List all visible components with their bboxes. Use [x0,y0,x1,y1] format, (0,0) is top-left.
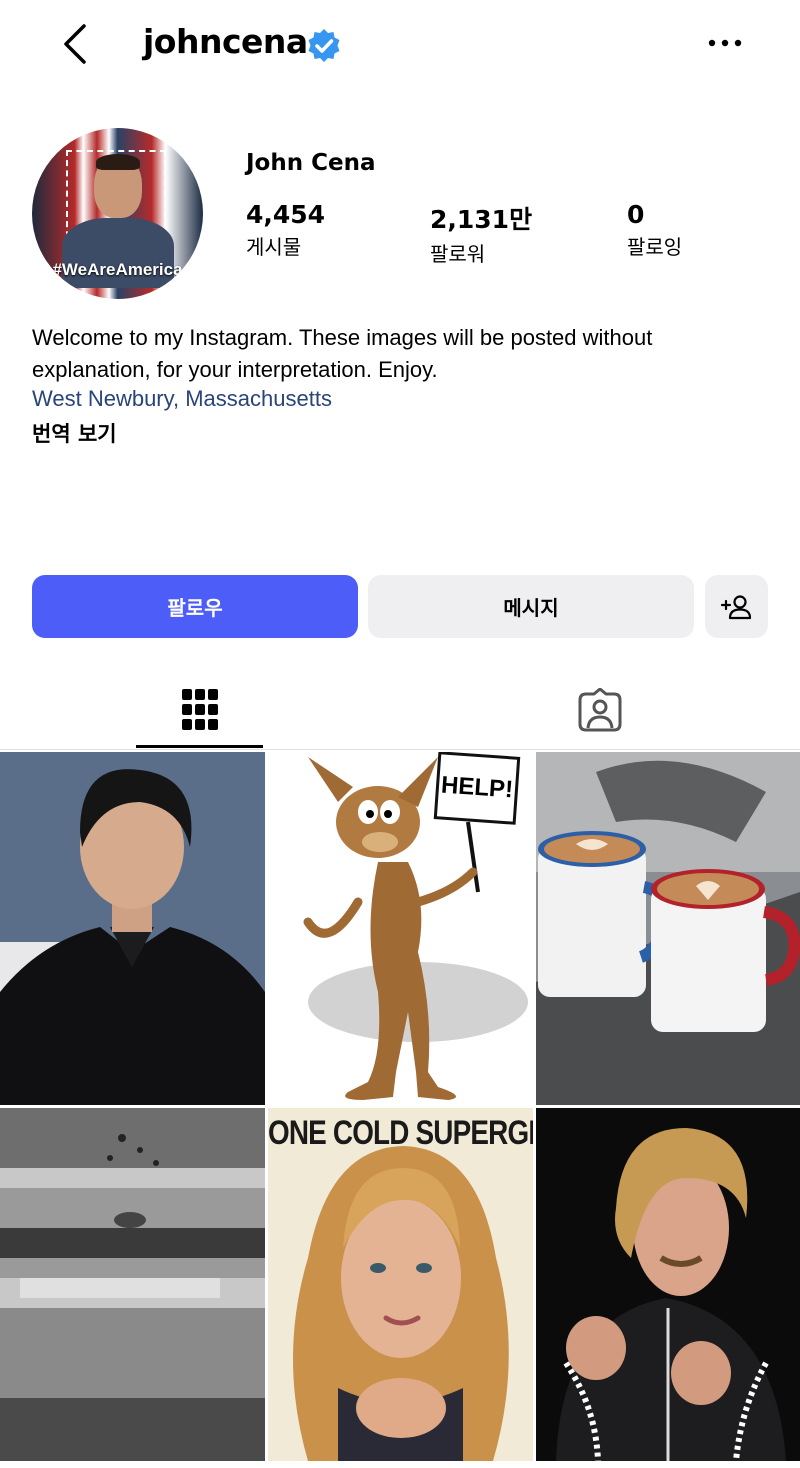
chevron-left-icon[interactable] [56,22,96,66]
message-button[interactable]: 메시지 [368,575,694,638]
tab-tagged[interactable] [536,670,663,750]
follow-button[interactable]: 팔로우 [32,575,358,638]
add-person-icon [720,594,751,619]
help-sign-text: HELP! [440,771,514,804]
bio-text: Welcome to my Instagram. These images wi… [32,325,653,382]
follow-button-label: 팔로우 [167,596,223,620]
help-sign: HELP! [433,752,521,825]
following-label: 팔로잉 [627,235,683,259]
post-thumbnail[interactable] [536,1108,800,1461]
see-translation-link[interactable]: 번역 보기 [32,418,117,448]
followers-label: 팔로워 [430,242,486,266]
post-thumbnail[interactable] [0,1108,265,1461]
posts-label: 게시물 [246,235,302,259]
grid-icon [181,689,218,730]
posts-count: 4,454 [246,200,326,229]
verified-badge-icon [308,29,340,62]
post-image [536,1108,800,1461]
username: johncena [143,22,308,61]
avatar-hashtag: #WeAreAmerica [52,260,183,279]
profile-header: johncena [0,0,800,90]
location-link[interactable]: West Newbury, Massachusetts [32,386,332,412]
following-stat[interactable]: 0 팔로잉 [627,200,682,260]
avatar[interactable]: #WeAreAmerica [32,128,203,299]
post-image [0,1108,265,1461]
avatar-hair [96,154,140,170]
followers-stat[interactable]: 2,131만 팔로워 [430,200,532,267]
tab-posts-grid[interactable] [136,670,263,750]
post-thumbnail[interactable]: HELP! [268,752,533,1105]
following-count: 0 [627,200,645,229]
post-thumbnail[interactable] [0,752,265,1105]
active-tab-indicator [136,745,263,748]
post-image [0,752,265,1105]
suggested-accounts-button[interactable] [705,575,768,638]
message-button-label: 메시지 [503,596,559,620]
more-dots-icon[interactable] [703,30,747,56]
post-thumbnail[interactable]: ONE COLD SUPERGI [268,1108,533,1461]
followers-count: 2,131만 [430,205,533,234]
posts-stat[interactable]: 4,454 게시물 [246,200,325,260]
post-image [268,1108,533,1461]
poster-headline: ONE COLD SUPERGI [268,1114,533,1152]
post-image [536,752,800,1105]
post-thumbnail[interactable] [536,752,800,1105]
tab-divider [0,749,800,750]
tagged-person-icon [578,688,621,732]
full-name: John Cena [246,150,376,176]
